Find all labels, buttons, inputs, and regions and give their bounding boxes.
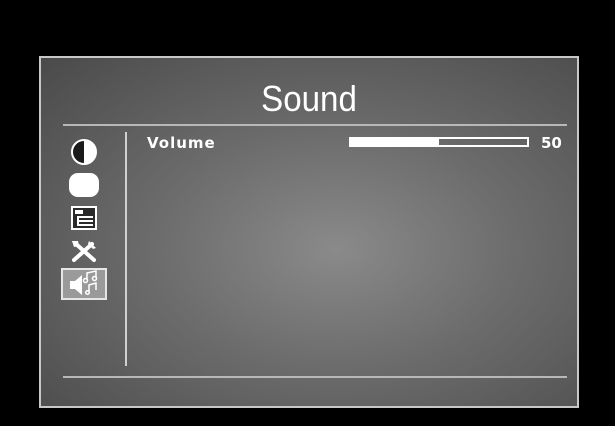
menu-vertical-divider [125,132,127,366]
footer-divider [63,376,567,378]
menu-item-setup[interactable] [61,202,107,234]
osd-menu-panel: Sound Volume 50 [39,56,579,408]
volume-slider[interactable] [349,137,529,147]
menu-item-display[interactable] [61,169,107,201]
title-divider [63,124,567,126]
volume-value: 50 [541,134,562,152]
tv-screen: Sound Volume 50 [0,0,615,426]
menu-category-list [61,136,107,301]
menu-item-picture[interactable] [61,136,107,168]
menu-title: Sound [261,78,357,119]
speaker-music-icon [70,270,98,296]
display-icon [69,173,99,197]
menu-item-sound[interactable] [61,268,107,300]
contrast-icon [71,139,97,165]
volume-slider-fill [351,139,439,145]
settings-panel-icon [71,206,97,230]
volume-label: Volume [147,134,216,152]
volume-row[interactable]: Volume 50 [147,132,567,156]
tools-icon [72,241,96,262]
menu-item-tools[interactable] [61,235,107,267]
